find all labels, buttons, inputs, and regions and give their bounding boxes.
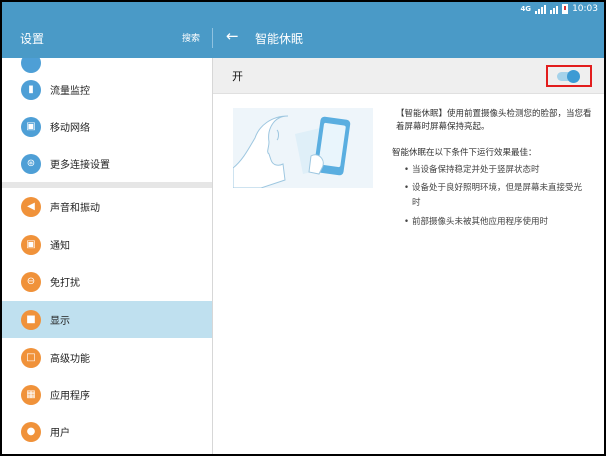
toggle-label: 开: [232, 70, 243, 83]
sidebar-item-label: 应用程序: [50, 391, 90, 402]
condition-item: 当设备保持稳定并处于竖屏状态时: [404, 163, 587, 178]
bar-chart-icon: ▮: [21, 79, 41, 100]
sidebar-item-mobile-network[interactable]: ▣ 移动网络: [2, 108, 212, 145]
status-time: 10:03: [572, 4, 598, 14]
header-divider: [212, 28, 213, 48]
smart-stay-description: 【智能休眠】使用前置摄像头检测您的脸部，当您看着屏幕时屏幕保持亮起。: [396, 109, 592, 132]
battery-icon: [562, 4, 569, 14]
settings-header: 设置 搜索: [2, 18, 212, 58]
sidebar-item-do-not-disturb[interactable]: ⊖ 免打扰: [2, 263, 212, 300]
sidebar-item-label: 显示: [50, 316, 70, 327]
sidebar-item-label: 声音和振动: [50, 203, 100, 214]
sidebar-item-label: 流量监控: [50, 86, 90, 97]
back-arrow-icon[interactable]: ←: [226, 27, 239, 45]
notification-icon: ▣: [21, 234, 41, 255]
detail-panel: 开 【智能休眠】使用前置摄像头检测您的脸部，当您看着屏幕时屏幕保持亮起。 智能休…: [213, 58, 604, 454]
sidebar-item-label: 高级功能: [50, 354, 90, 365]
toggle-knob[interactable]: [567, 70, 580, 83]
sidebar-item-label: 免打扰: [50, 278, 80, 289]
search-button[interactable]: 搜索: [182, 31, 200, 44]
signal-type: 4G: [520, 5, 532, 13]
conditions-title: 智能休眠在以下条件下运行效果最佳：: [392, 148, 537, 158]
status-bar: 4G 10:03: [2, 2, 604, 18]
wifi-icon: [550, 5, 559, 14]
apps-icon: ▦: [21, 384, 41, 405]
sidebar-item-advanced[interactable]: □ 高级功能: [2, 339, 212, 376]
mobile-network-icon: ▣: [21, 116, 41, 137]
sidebar-item-label: 移动网络: [50, 123, 90, 134]
screen: 4G 10:03 设置 搜索 ← 智能休眠 ▮ 流量监控 ▣ 移动网络 ⊛ 更多: [2, 2, 604, 454]
sidebar-item-label: 更多连接设置: [50, 160, 110, 171]
speaker-icon: ◀: [21, 196, 41, 217]
page-title: 设置: [20, 32, 45, 46]
do-not-disturb-icon: ⊖: [21, 271, 41, 292]
sidebar-item-sound[interactable]: ◀ 声音和振动: [2, 188, 212, 225]
advanced-icon: □: [21, 347, 41, 368]
condition-item: 前部摄像头未被其他应用程序使用时: [404, 215, 587, 230]
smart-stay-toggle-row[interactable]: 开: [213, 58, 604, 94]
sidebar-item-more-connections[interactable]: ⊛ 更多连接设置: [2, 145, 212, 182]
sidebar-item-label: 通知: [50, 241, 70, 252]
sidebar-item-users[interactable]: ● 用户: [2, 413, 212, 450]
condition-item: 设备处于良好照明环境，但是屏幕未直接受光时: [404, 181, 587, 211]
display-icon: ■: [21, 309, 41, 330]
smart-stay-illustration: [232, 108, 373, 189]
sidebar-item-notifications[interactable]: ▣ 通知: [2, 226, 212, 263]
highlight-box: [546, 65, 592, 87]
antenna-icon: ⊛: [21, 153, 41, 174]
sidebar-item-data-usage[interactable]: ▮ 流量监控: [2, 71, 212, 108]
sidebar-item-label: 用户: [50, 428, 70, 439]
settings-list[interactable]: ▮ 流量监控 ▣ 移动网络 ⊛ 更多连接设置 ◀ 声音和振动 ▣ 通知 ⊖ 免打…: [2, 58, 212, 454]
sidebar-item-display[interactable]: ■ 显示: [2, 301, 212, 338]
detail-title: 智能休眠: [255, 32, 304, 46]
signal-strength-icon: [535, 4, 547, 14]
sidebar-item-apps[interactable]: ▦ 应用程序: [2, 376, 212, 413]
status-icons: 4G 10:03: [520, 4, 598, 14]
users-icon: ●: [21, 421, 41, 442]
app-bar: 设置 搜索 ← 智能休眠: [2, 18, 604, 58]
face-tablet-illustration: [232, 108, 373, 189]
